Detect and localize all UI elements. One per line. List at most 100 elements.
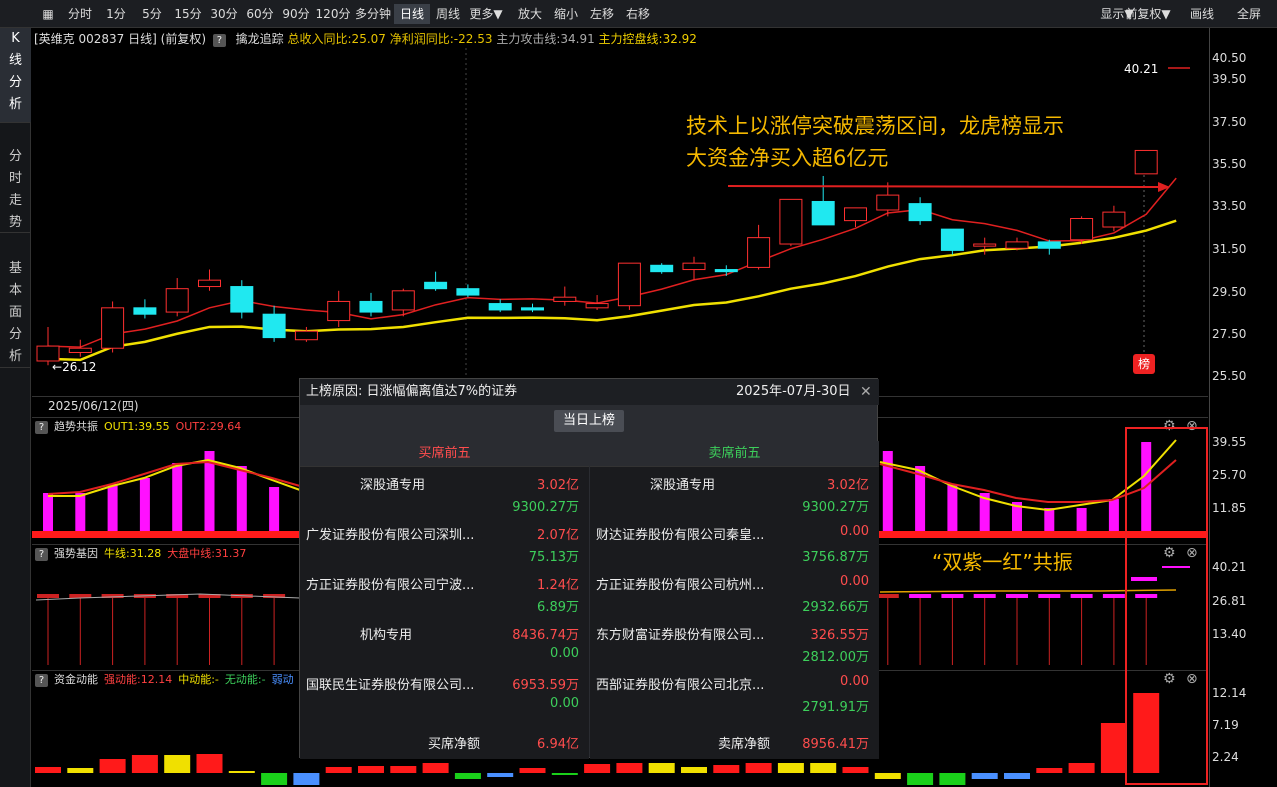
close-icon[interactable]: ✕ (860, 379, 872, 405)
candle-body (327, 300, 351, 322)
ind3-bar (842, 767, 869, 773)
ind2-mark (909, 594, 932, 598)
candle-body (198, 279, 221, 288)
seat-name: 西部证券股份有限公司北京... (596, 678, 765, 693)
seat-sell: 75.13万 (528, 550, 579, 565)
seat-buy: 1.24亿 (537, 578, 579, 593)
buy-seat-row[interactable]: 方正证券股份有限公司宁波... 1.24亿 6.89万 (300, 568, 589, 618)
seat-sell: 2812.00万 (802, 650, 869, 665)
seat-buy: 0.00 (840, 574, 869, 589)
ind1-bar (1108, 499, 1119, 532)
ind2-mark (1070, 594, 1093, 598)
ind3-bar (551, 773, 578, 775)
seat-sell: 3756.87万 (802, 550, 869, 565)
candle-body (617, 262, 641, 307)
seat-name: 方正证券股份有限公司杭州... (596, 578, 765, 593)
ind3-bar (648, 763, 675, 773)
candle-body (133, 307, 157, 315)
ind1-bar (172, 463, 183, 532)
ind3-bar (1068, 763, 1095, 773)
resistance-arrow (727, 185, 1161, 188)
lhb-popup: 上榜原因: 日涨幅偏离值达7%的证券 2025年-07月-30日 ✕ 当日上榜 … (299, 378, 879, 759)
attack-ma-line (47, 177, 1177, 348)
candle-body (456, 288, 480, 296)
ind3-bar (777, 763, 804, 773)
candle-body (844, 207, 867, 222)
ind3-bar (907, 773, 934, 785)
annotation-line1: 技术上以涨停突破震荡区间，龙虎榜显示 (686, 114, 1064, 138)
ind2-mark (37, 594, 59, 598)
sell-net-row: 卖席净额 8956.41万 (590, 727, 879, 757)
seat-buy: 8436.74万 (512, 628, 579, 643)
sell-title: 卖席前五 (590, 441, 879, 467)
high-price-label: 40.21 (1124, 62, 1159, 76)
candle-body (1102, 211, 1126, 228)
ind1-bar (269, 487, 280, 532)
sell-seat-row[interactable]: 西部证券股份有限公司北京... 0.00 2791.91万 (590, 668, 879, 718)
candle-body (101, 307, 125, 349)
candle-body (650, 264, 674, 273)
popup-date: 2025年-07月-30日 (736, 384, 851, 399)
sell-seat-row[interactable]: 方正证券股份有限公司杭州... 0.00 2932.66万 (590, 568, 879, 618)
popup-header: 上榜原因: 日涨幅偏离值达7%的证券 2025年-07月-30日 ✕ (300, 379, 879, 405)
ind1-out1: OUT1:39.55 (104, 420, 170, 433)
sell-seat-row[interactable]: 深股通专用 3.02亿 9300.27万 (590, 468, 879, 518)
sell-seat-row[interactable]: 财达证券股份有限公司秦皇... 0.00 3756.87万 (590, 518, 879, 568)
ind3-bar (1004, 773, 1030, 779)
ind3-bar (745, 763, 772, 773)
seat-name: 财达证券股份有限公司秦皇... (596, 528, 765, 543)
candle-body (940, 228, 964, 251)
help-icon[interactable]: ? (35, 421, 48, 434)
ind3-bar (874, 773, 901, 779)
buy-seat-row[interactable]: 广发证券股份有限公司深圳... 2.07亿 75.13万 (300, 518, 589, 568)
ind3-bar (810, 763, 837, 773)
candle-body (488, 303, 512, 311)
low-price-label: ←26.12 (52, 360, 97, 374)
candle-body (391, 290, 415, 311)
seat-sell: 0.00 (550, 696, 579, 711)
ind1-bar (1076, 508, 1087, 532)
popup-reason: 上榜原因: 日涨幅偏离值达7%的证券 (306, 384, 518, 399)
seat-name: 深股通专用 (360, 478, 426, 493)
candle-body (682, 262, 706, 271)
ind3-bar (228, 771, 255, 773)
ind1-name: 趋势共振 (54, 420, 98, 433)
candle-body (1134, 149, 1158, 175)
help-icon[interactable]: ? (35, 674, 48, 687)
candle-body (521, 307, 544, 311)
seat-sell: 9300.27万 (802, 500, 869, 515)
buy-seat-row[interactable]: 机构专用 8436.74万 0.00 (300, 618, 589, 668)
ind3-bar (487, 773, 514, 777)
seat-sell: 6.89万 (537, 600, 579, 615)
lhb-badge[interactable]: 榜 (1133, 354, 1155, 374)
ind3-name: 资金动能 (54, 673, 98, 686)
candle-body (262, 313, 286, 339)
sell-net-value: 8956.41万 (802, 737, 869, 752)
sell-seat-row[interactable]: 东方财富证券股份有限公司... 326.55万 2812.00万 (590, 618, 879, 668)
ind2-mark (1102, 594, 1125, 598)
buy-seat-row[interactable]: 国联民生证券股份有限公司... 6953.59万 0.00 (300, 668, 589, 718)
candle-body (714, 269, 738, 273)
ind3-bar (454, 773, 481, 779)
seat-buy: 3.02亿 (827, 478, 869, 493)
annotation-line2: 大资金净买入超6亿元 (686, 146, 889, 170)
ind2-name: 强势基因 (54, 547, 98, 560)
buy-net-label: 买席净额 (428, 737, 481, 752)
buy-seat-row[interactable]: 深股通专用 3.02亿 9300.27万 (300, 468, 589, 518)
highlight-box (1125, 427, 1208, 785)
today-list-button[interactable]: 当日上榜 (554, 410, 624, 432)
ind3-bar (1036, 768, 1063, 773)
resonance-label: “双紫一红”共振 (932, 550, 1073, 574)
ind2-mark (876, 594, 899, 598)
ind2-bull-line: 牛线:31.28 (104, 547, 162, 560)
ind3-bar (681, 767, 707, 773)
seat-sell: 0.00 (550, 646, 579, 661)
seat-buy: 326.55万 (810, 628, 870, 643)
help-icon[interactable]: ? (35, 548, 48, 561)
seat-buy: 6953.59万 (512, 678, 579, 693)
seat-buy: 0.00 (840, 524, 869, 539)
candle-body (779, 198, 803, 245)
arrow-head (1158, 182, 1170, 192)
ind3-bar (99, 759, 126, 773)
seat-buy: 0.00 (840, 674, 869, 689)
